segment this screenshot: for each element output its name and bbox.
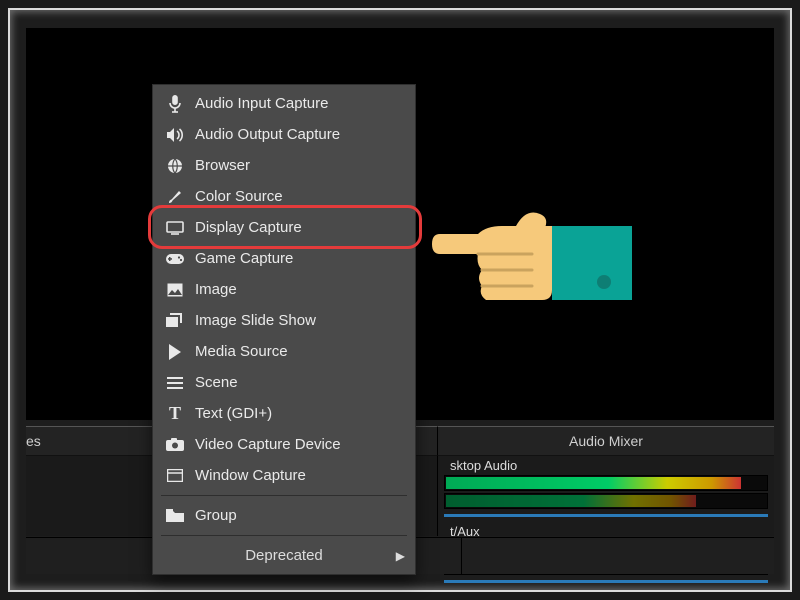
menu-item-label: Video Capture Device: [195, 436, 341, 453]
annotation-pointing-hand: [432, 170, 632, 350]
menu-separator: [161, 535, 407, 536]
menu-item-color-source[interactable]: Color Source: [153, 181, 415, 212]
slides-icon: [165, 311, 185, 331]
menu-item-browser[interactable]: Browser: [153, 150, 415, 181]
menu-item-image-slideshow[interactable]: Image Slide Show: [153, 305, 415, 336]
window-icon: [165, 466, 185, 486]
menu-item-group[interactable]: Group: [153, 500, 415, 531]
audio-mixer-panel: sktop Audio t/Aux: [438, 456, 774, 536]
gamepad-icon: [165, 249, 185, 269]
menu-item-label: Scene: [195, 374, 238, 391]
monitor-icon: [165, 218, 185, 238]
scenes-header-label: es: [26, 433, 41, 449]
chevron-right-icon: ▶: [396, 549, 405, 563]
menu-item-display-capture[interactable]: Display Capture: [153, 212, 415, 243]
brush-icon: [165, 187, 185, 207]
menu-item-label: Audio Input Capture: [195, 95, 328, 112]
image-icon: [165, 280, 185, 300]
text-icon: T: [165, 404, 185, 424]
menu-item-text-gdi[interactable]: T Text (GDI+): [153, 398, 415, 429]
menu-item-image[interactable]: Image: [153, 274, 415, 305]
mixer-track: sktop Audio: [444, 458, 768, 520]
menu-item-label: Display Capture: [195, 219, 302, 236]
menu-item-deprecated[interactable]: Deprecated ▶: [153, 540, 415, 571]
menu-item-label: Deprecated: [245, 547, 323, 564]
volume-slider[interactable]: [444, 580, 768, 583]
menu-item-label: Color Source: [195, 188, 283, 205]
mic-icon: [165, 94, 185, 114]
list-icon: [165, 373, 185, 393]
menu-item-window-capture[interactable]: Window Capture: [153, 460, 415, 491]
menu-item-label: Image: [195, 281, 237, 298]
menu-item-label: Image Slide Show: [195, 312, 316, 329]
menu-separator: [161, 495, 407, 496]
menu-item-label: Browser: [195, 157, 250, 174]
menu-item-audio-output[interactable]: Audio Output Capture: [153, 119, 415, 150]
volume-slider[interactable]: [444, 514, 768, 517]
menu-item-label: Game Capture: [195, 250, 293, 267]
vu-meter: [444, 475, 768, 491]
globe-icon: [165, 156, 185, 176]
mixer-header[interactable]: Audio Mixer: [438, 426, 774, 456]
vu-meter: [444, 493, 768, 509]
menu-item-label: Media Source: [195, 343, 288, 360]
add-source-menu: Audio Input Capture Audio Output Capture…: [152, 84, 416, 575]
menu-item-label: Window Capture: [195, 467, 306, 484]
speaker-icon: [165, 125, 185, 145]
app-frame: es Audio Mixer sktop Audio t/Aux: [8, 8, 792, 592]
play-icon: [165, 342, 185, 362]
menu-item-media-source[interactable]: Media Source: [153, 336, 415, 367]
mixer-header-label: Audio Mixer: [569, 433, 643, 449]
menu-item-label: Text (GDI+): [195, 405, 272, 422]
folder-icon: [165, 506, 185, 526]
menu-item-video-capture[interactable]: Video Capture Device: [153, 429, 415, 460]
menu-item-game-capture[interactable]: Game Capture: [153, 243, 415, 274]
track-label: sktop Audio: [444, 458, 768, 473]
menu-item-label: Group: [195, 507, 237, 524]
menu-item-audio-input[interactable]: Audio Input Capture: [153, 88, 415, 119]
camera-icon: [165, 435, 185, 455]
menu-item-label: Audio Output Capture: [195, 126, 340, 143]
menu-item-scene[interactable]: Scene: [153, 367, 415, 398]
